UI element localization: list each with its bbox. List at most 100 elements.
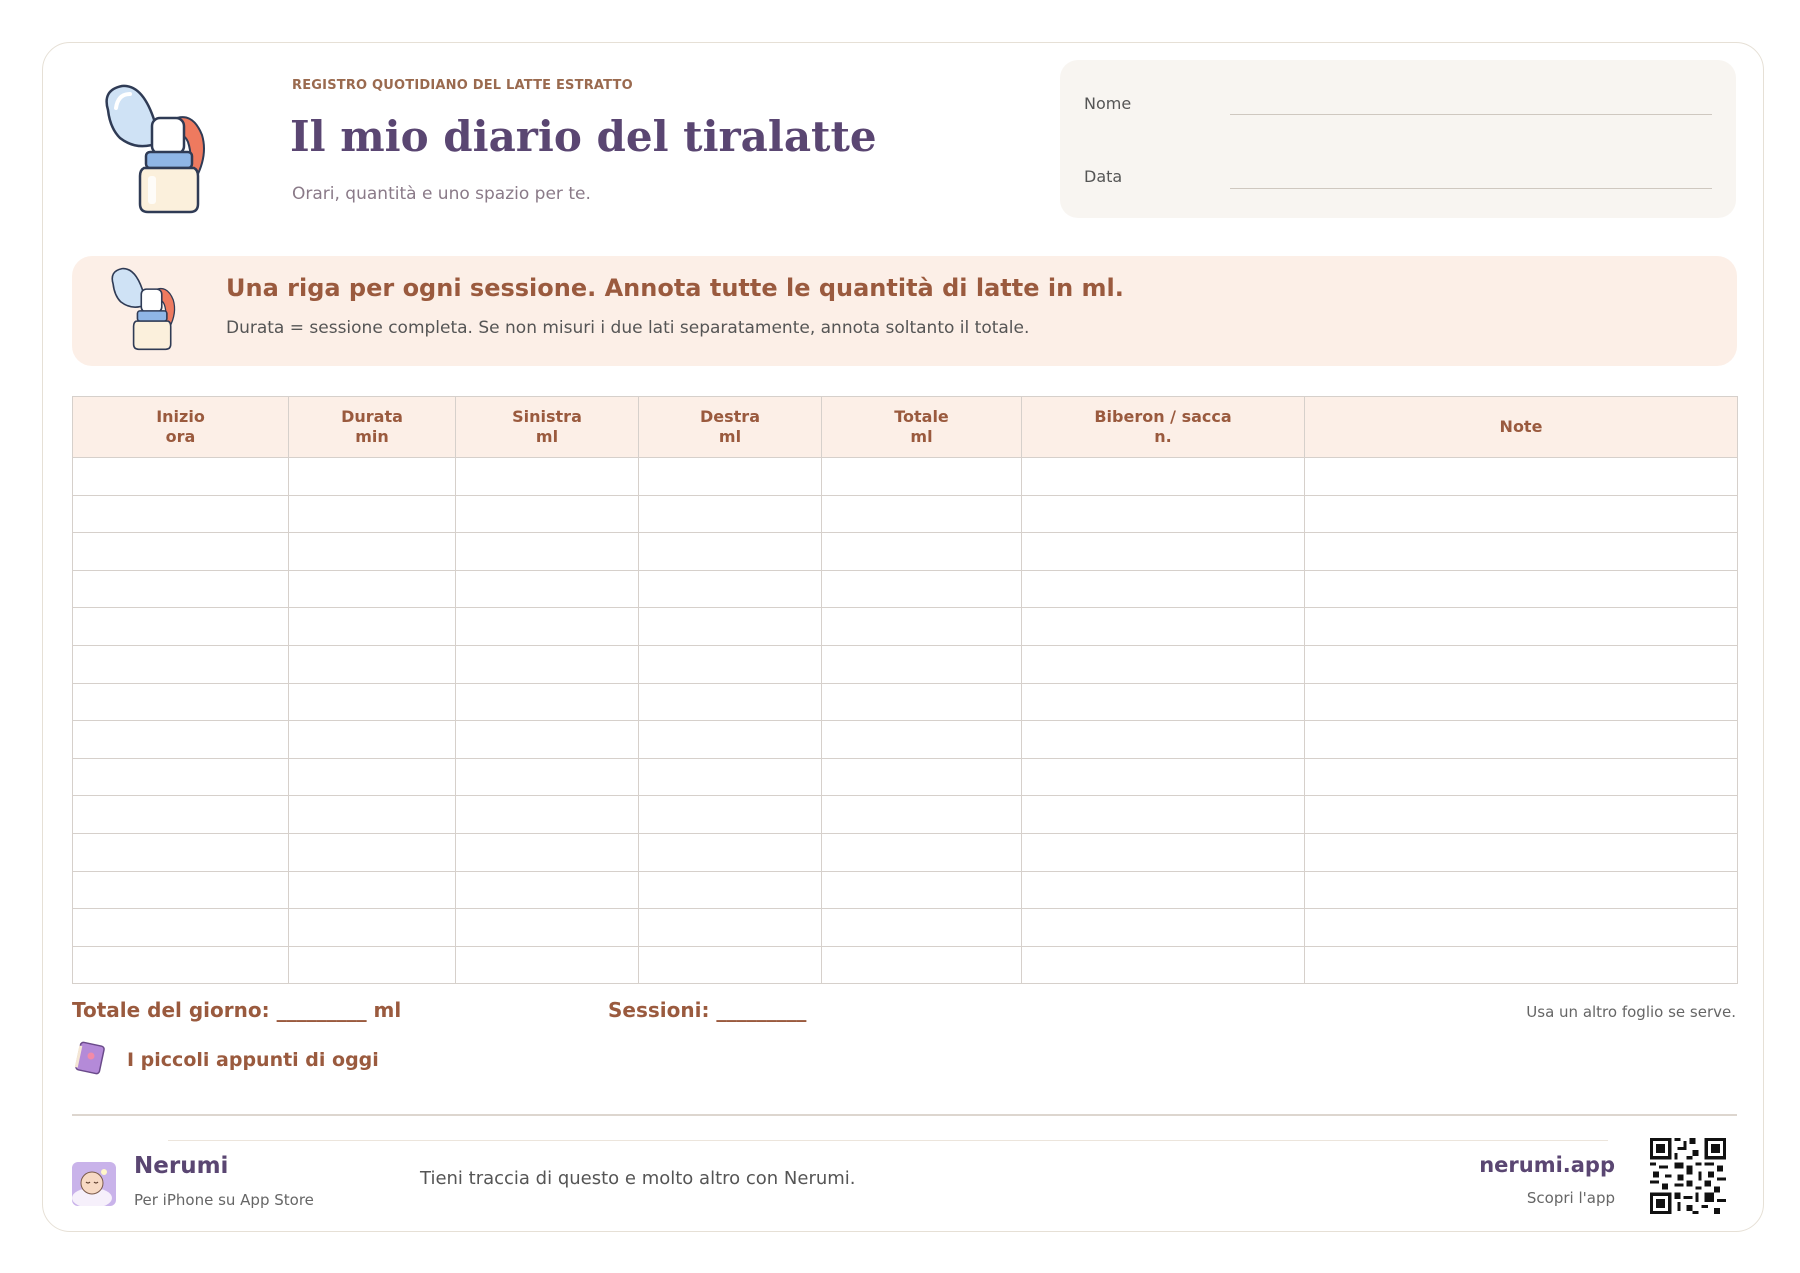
table-cell[interactable] bbox=[455, 494, 639, 534]
table-cell[interactable] bbox=[288, 644, 456, 684]
table-cell[interactable] bbox=[821, 720, 1022, 759]
table-cell[interactable] bbox=[1021, 757, 1305, 797]
table-cell[interactable] bbox=[1304, 832, 1738, 872]
table-cell[interactable] bbox=[1304, 870, 1738, 910]
table-cell[interactable] bbox=[821, 795, 1022, 834]
table-cell[interactable] bbox=[1304, 494, 1738, 534]
table-cell[interactable] bbox=[821, 607, 1022, 646]
table-cell[interactable] bbox=[288, 908, 456, 947]
table-cell[interactable] bbox=[288, 795, 456, 834]
name-field[interactable] bbox=[1230, 114, 1712, 115]
table-cell[interactable] bbox=[1304, 795, 1738, 834]
table-cell[interactable] bbox=[72, 757, 289, 797]
table-cell[interactable] bbox=[1304, 720, 1738, 759]
table-cell[interactable] bbox=[821, 832, 1022, 872]
table-cell[interactable] bbox=[288, 757, 456, 797]
table-cell[interactable] bbox=[72, 569, 289, 609]
table-cell[interactable] bbox=[638, 720, 822, 759]
table-cell[interactable] bbox=[638, 644, 822, 684]
table-cell[interactable] bbox=[1021, 607, 1305, 646]
table-cell[interactable] bbox=[455, 870, 639, 910]
table-cell[interactable] bbox=[821, 757, 1022, 797]
table-cell[interactable] bbox=[72, 682, 289, 722]
table-cell[interactable] bbox=[638, 682, 822, 722]
table-cell[interactable] bbox=[72, 832, 289, 872]
table-cell[interactable] bbox=[455, 757, 639, 797]
table-cell[interactable] bbox=[1021, 682, 1305, 722]
table-cell[interactable] bbox=[288, 569, 456, 609]
table-cell[interactable] bbox=[455, 569, 639, 609]
table-cell[interactable] bbox=[72, 908, 289, 947]
table-cell[interactable] bbox=[288, 945, 456, 985]
table-cell[interactable] bbox=[638, 832, 822, 872]
table-cell[interactable] bbox=[288, 832, 456, 872]
table-cell[interactable] bbox=[821, 908, 1022, 947]
table-cell[interactable] bbox=[638, 607, 822, 646]
table-cell[interactable] bbox=[1021, 457, 1305, 496]
table-cell[interactable] bbox=[1304, 682, 1738, 722]
table-cell[interactable] bbox=[821, 682, 1022, 722]
table-cell[interactable] bbox=[455, 532, 639, 571]
table-cell[interactable] bbox=[638, 569, 822, 609]
table-cell[interactable] bbox=[1304, 757, 1738, 797]
table-cell[interactable] bbox=[821, 569, 1022, 609]
table-cell[interactable] bbox=[455, 607, 639, 646]
table-cell[interactable] bbox=[288, 457, 456, 496]
table-cell[interactable] bbox=[1021, 832, 1305, 872]
table-cell[interactable] bbox=[455, 644, 639, 684]
table-cell[interactable] bbox=[72, 720, 289, 759]
table-cell[interactable] bbox=[288, 720, 456, 759]
date-field[interactable] bbox=[1230, 188, 1712, 189]
table-cell[interactable] bbox=[72, 494, 289, 534]
table-cell[interactable] bbox=[638, 457, 822, 496]
table-cell[interactable] bbox=[72, 607, 289, 646]
table-cell[interactable] bbox=[288, 532, 456, 571]
table-cell[interactable] bbox=[821, 945, 1022, 985]
table-cell[interactable] bbox=[288, 607, 456, 646]
table-cell[interactable] bbox=[455, 795, 639, 834]
table-cell[interactable] bbox=[1304, 908, 1738, 947]
table-cell[interactable] bbox=[638, 532, 822, 571]
table-cell[interactable] bbox=[1304, 457, 1738, 496]
table-cell[interactable] bbox=[72, 532, 289, 571]
table-cell[interactable] bbox=[638, 908, 822, 947]
table-cell[interactable] bbox=[638, 494, 822, 534]
table-cell[interactable] bbox=[72, 795, 289, 834]
table-cell[interactable] bbox=[288, 494, 456, 534]
table-cell[interactable] bbox=[638, 795, 822, 834]
qr-code[interactable] bbox=[1650, 1138, 1726, 1214]
table-cell[interactable] bbox=[1021, 644, 1305, 684]
table-cell[interactable] bbox=[288, 870, 456, 910]
table-cell[interactable] bbox=[455, 682, 639, 722]
table-cell[interactable] bbox=[638, 945, 822, 985]
table-cell[interactable] bbox=[1304, 532, 1738, 571]
table-cell[interactable] bbox=[821, 644, 1022, 684]
table-cell[interactable] bbox=[1021, 494, 1305, 534]
table-cell[interactable] bbox=[72, 870, 289, 910]
table-cell[interactable] bbox=[1304, 644, 1738, 684]
table-cell[interactable] bbox=[72, 945, 289, 985]
table-cell[interactable] bbox=[1021, 720, 1305, 759]
table-cell[interactable] bbox=[638, 757, 822, 797]
table-cell[interactable] bbox=[821, 532, 1022, 571]
table-cell[interactable] bbox=[1021, 945, 1305, 985]
table-cell[interactable] bbox=[455, 457, 639, 496]
table-cell[interactable] bbox=[455, 945, 639, 985]
table-cell[interactable] bbox=[455, 908, 639, 947]
table-cell[interactable] bbox=[1304, 569, 1738, 609]
table-cell[interactable] bbox=[455, 832, 639, 872]
table-cell[interactable] bbox=[72, 457, 289, 496]
table-cell[interactable] bbox=[1021, 870, 1305, 910]
table-cell[interactable] bbox=[821, 457, 1022, 496]
table-cell[interactable] bbox=[1021, 569, 1305, 609]
table-cell[interactable] bbox=[1304, 945, 1738, 985]
table-cell[interactable] bbox=[1021, 532, 1305, 571]
table-cell[interactable] bbox=[1021, 908, 1305, 947]
footer-url-link[interactable]: nerumi.app bbox=[1479, 1153, 1615, 1177]
table-cell[interactable] bbox=[821, 870, 1022, 910]
table-cell[interactable] bbox=[821, 494, 1022, 534]
table-cell[interactable] bbox=[1021, 795, 1305, 834]
table-cell[interactable] bbox=[638, 870, 822, 910]
table-cell[interactable] bbox=[288, 682, 456, 722]
table-cell[interactable] bbox=[455, 720, 639, 759]
